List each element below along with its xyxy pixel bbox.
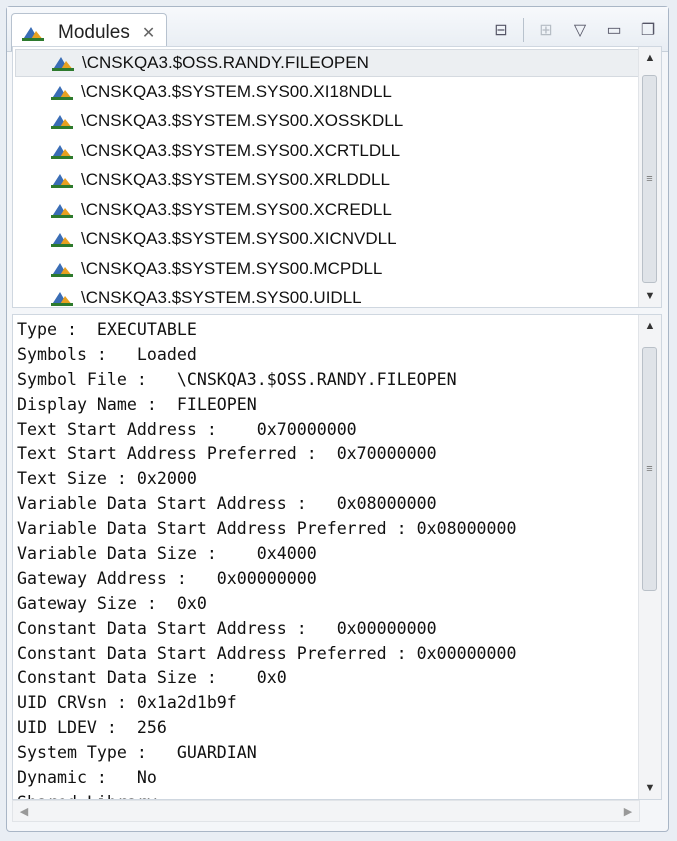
- detail-line: UID CRVsn : 0x1a2d1b9f: [17, 693, 237, 713]
- module-list-item[interactable]: \CNSKQA3.$SYSTEM.SYS00.XCREDLL: [13, 195, 661, 225]
- module-icon: [51, 174, 73, 189]
- module-list-item[interactable]: \CNSKQA3.$SYSTEM.SYS00.XI18NDLL: [13, 77, 661, 107]
- module-name: \CNSKQA3.$SYSTEM.SYS00.XRLDDLL: [81, 170, 390, 190]
- detail-line: Text Size : 0x2000: [17, 469, 197, 489]
- details-horizontal-scrollbar[interactable]: ◀ ▶: [12, 800, 640, 822]
- details-scroll-thumb[interactable]: ≡: [642, 347, 657, 591]
- module-icon: [51, 262, 73, 277]
- module-icon: [51, 203, 73, 218]
- module-name: \CNSKQA3.$SYSTEM.SYS00.MCPDLL: [81, 258, 383, 278]
- detail-line: Text Start Address Preferred : 0x7000000…: [17, 444, 437, 464]
- detail-line: UID LDEV : 256: [17, 718, 167, 738]
- module-name: \CNSKQA3.$SYSTEM.SYS00.UIDLL: [81, 288, 362, 308]
- scroll-right-icon[interactable]: ▶: [617, 801, 639, 821]
- detail-line: Display Name : FILEOPEN: [17, 394, 257, 414]
- detail-line: Gateway Size : 0x0: [17, 593, 207, 613]
- module-list-item[interactable]: \CNSKQA3.$SYSTEM.SYS00.XCRTLDLL: [13, 136, 661, 166]
- module-list-item[interactable]: \CNSKQA3.$OSS.RANDY.FILEOPEN: [15, 49, 639, 77]
- detail-line: Constant Data Size : 0x0: [17, 668, 287, 688]
- module-name: \CNSKQA3.$SYSTEM.SYS00.XICNVDLL: [81, 229, 397, 249]
- view-toolbar: ⊟ ⊞ ▽ ▭ ❐: [489, 15, 660, 45]
- details-scrollbar[interactable]: ▲ ≡ ▼: [638, 315, 661, 799]
- link-editor-icon[interactable]: ⊞: [534, 18, 558, 42]
- minimize-icon[interactable]: ▭: [602, 18, 626, 42]
- restore-icon[interactable]: ❐: [636, 18, 660, 42]
- module-list-item[interactable]: \CNSKQA3.$SYSTEM.SYS00.XICNVDLL: [13, 225, 661, 255]
- detail-line: Symbol File : \CNSKQA3.$OSS.RANDY.FILEOP…: [17, 369, 457, 389]
- module-name: \CNSKQA3.$SYSTEM.SYS00.XCRTLDLL: [81, 140, 401, 160]
- scroll-left-icon[interactable]: ◀: [13, 801, 35, 821]
- module-icon: [51, 85, 73, 100]
- detail-line: Shared Library :: [13, 791, 661, 799]
- detail-line: System Type : GUARDIAN: [17, 743, 257, 763]
- toolbar-separator: [523, 18, 524, 42]
- module-list-item[interactable]: \CNSKQA3.$SYSTEM.SYS00.XRLDDLL: [13, 166, 661, 196]
- detail-line: Variable Data Start Address Preferred : …: [17, 519, 517, 539]
- detail-line: Variable Data Start Address : 0x08000000: [17, 494, 437, 514]
- scroll-down-icon[interactable]: ▼: [639, 285, 661, 307]
- detail-line: Text Start Address : 0x70000000: [17, 419, 357, 439]
- detail-line: Gateway Address : 0x00000000: [17, 568, 317, 588]
- module-icon: [51, 233, 73, 248]
- module-name: \CNSKQA3.$SYSTEM.SYS00.XOSSKDLL: [81, 111, 404, 131]
- detail-line: Constant Data Start Address Preferred : …: [17, 643, 517, 663]
- modules-list-scrollbar[interactable]: ▲ ≡ ▼: [638, 47, 661, 307]
- module-icon: [51, 115, 73, 130]
- module-name: \CNSKQA3.$OSS.RANDY.FILEOPEN: [82, 53, 369, 72]
- detail-line: Variable Data Size : 0x4000: [17, 544, 317, 564]
- module-list-item[interactable]: \CNSKQA3.$SYSTEM.SYS00.UIDLL: [13, 284, 661, 308]
- modules-icon: [22, 26, 44, 41]
- module-list-item[interactable]: \CNSKQA3.$SYSTEM.SYS00.MCPDLL: [13, 254, 661, 284]
- module-name: \CNSKQA3.$SYSTEM.SYS00.XI18NDLL: [81, 81, 392, 101]
- collapse-all-icon[interactable]: ⊟: [489, 18, 513, 42]
- module-icon: [51, 144, 73, 159]
- module-icon: [52, 57, 74, 71]
- modules-list-scroll-thumb[interactable]: ≡: [642, 75, 657, 283]
- tab-title: Modules: [58, 21, 130, 43]
- module-details: Type : EXECUTABLE Symbols : Loaded Symbol …: [12, 314, 662, 800]
- scroll-up-icon[interactable]: ▲: [639, 47, 661, 69]
- module-name: \CNSKQA3.$SYSTEM.SYS00.XCREDLL: [81, 199, 392, 219]
- module-icon: [51, 292, 73, 307]
- view-menu-icon[interactable]: ▽: [568, 18, 592, 42]
- detail-line: Constant Data Start Address : 0x00000000: [17, 618, 437, 638]
- close-icon[interactable]: ✕: [142, 23, 155, 43]
- scroll-down-icon[interactable]: ▼: [639, 777, 661, 799]
- detail-line: Symbols : Loaded: [17, 344, 197, 364]
- detail-line: Type : EXECUTABLE: [17, 320, 197, 339]
- scroll-up-icon[interactable]: ▲: [639, 315, 661, 337]
- module-list-item[interactable]: \CNSKQA3.$SYSTEM.SYS00.XOSSKDLL: [13, 107, 661, 137]
- modules-list: \CNSKQA3.$OSS.RANDY.FILEOPEN \CNSKQA3.$SY…: [12, 46, 662, 308]
- detail-line: Dynamic : No: [17, 768, 157, 788]
